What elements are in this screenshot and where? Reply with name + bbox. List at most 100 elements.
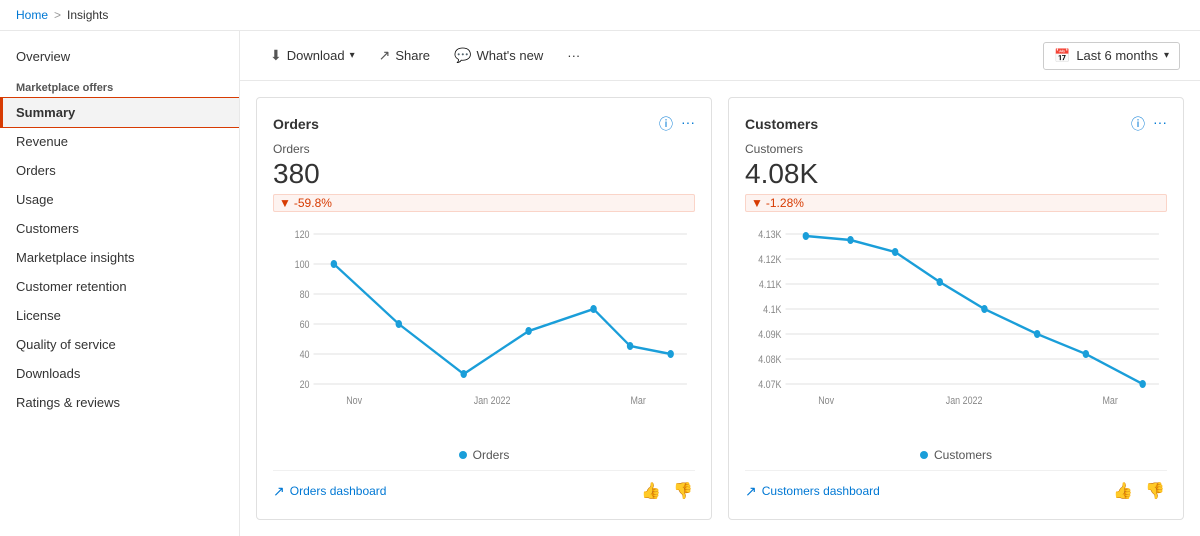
orders-metric-value: 380	[273, 158, 695, 190]
sidebar-item-quality-of-service[interactable]: Quality of service	[0, 330, 239, 359]
sidebar-item-overview[interactable]: Overview	[0, 43, 239, 70]
orders-info-icon[interactable]: ⓘ	[659, 114, 673, 134]
svg-text:4.13K: 4.13K	[758, 229, 782, 241]
breadcrumb-current: Insights	[67, 8, 108, 22]
svg-text:4.09K: 4.09K	[758, 329, 782, 341]
svg-text:20: 20	[300, 379, 310, 391]
customers-legend: Customers	[745, 448, 1167, 462]
orders-legend: Orders	[273, 448, 695, 462]
customers-card-header: Customers ⓘ ···	[745, 114, 1167, 134]
svg-text:100: 100	[295, 259, 310, 271]
customers-feedback: 👍 👎	[1111, 479, 1167, 503]
customers-thumbs-up-button[interactable]: 👍	[1111, 479, 1135, 503]
whats-new-label: What's new	[476, 48, 543, 63]
sidebar-item-customer-retention[interactable]: Customer retention	[0, 272, 239, 301]
svg-text:4.12K: 4.12K	[758, 254, 782, 266]
breadcrumb-separator: >	[54, 8, 61, 22]
sidebar-item-license[interactable]: License	[0, 301, 239, 330]
date-filter-chevron-icon: ▾	[1164, 50, 1169, 61]
svg-text:4.11K: 4.11K	[759, 279, 782, 291]
download-icon: ⬇	[270, 47, 282, 64]
svg-text:4.08K: 4.08K	[758, 354, 782, 366]
sidebar: Overview Marketplace offers Summary Reve…	[0, 31, 240, 536]
orders-legend-label: Orders	[473, 448, 510, 462]
svg-text:Jan 2022: Jan 2022	[474, 395, 511, 407]
customers-card-footer: ↗ Customers dashboard 👍 👎	[745, 470, 1167, 503]
svg-text:Mar: Mar	[1103, 395, 1119, 407]
calendar-icon: 📅	[1054, 48, 1070, 64]
customers-chart: 4.13K 4.12K 4.11K 4.1K 4.09K 4.08K 4.07K	[745, 224, 1167, 436]
share-icon: ↗	[379, 47, 391, 64]
customers-change-arrow-icon: ▼	[751, 196, 763, 210]
orders-metric-label: Orders	[273, 142, 695, 156]
orders-dashboard-icon: ↗	[273, 483, 285, 500]
svg-text:80: 80	[300, 289, 310, 301]
breadcrumb: Home > Insights	[0, 0, 1200, 31]
orders-card-footer: ↗ Orders dashboard 👍 👎	[273, 470, 695, 503]
orders-change-arrow-icon: ▼	[279, 196, 291, 210]
sidebar-item-usage[interactable]: Usage	[0, 185, 239, 214]
customers-metric-change: ▼ -1.28%	[745, 194, 1167, 212]
svg-text:4.07K: 4.07K	[758, 379, 782, 391]
orders-card-icons: ⓘ ···	[659, 114, 695, 134]
svg-text:120: 120	[295, 229, 310, 241]
sidebar-item-orders[interactable]: Orders	[0, 156, 239, 185]
cards-grid: Orders ⓘ ··· Orders 380 ▼ -59.8%	[240, 81, 1200, 536]
orders-dashboard-link[interactable]: ↗ Orders dashboard	[273, 483, 386, 500]
orders-legend-dot	[459, 451, 467, 459]
sidebar-item-downloads[interactable]: Downloads	[0, 359, 239, 388]
orders-dashboard-label: Orders dashboard	[290, 484, 387, 498]
whats-new-icon: 💬	[454, 47, 471, 64]
customers-dashboard-link[interactable]: ↗ Customers dashboard	[745, 483, 880, 500]
sidebar-item-ratings-reviews[interactable]: Ratings & reviews	[0, 388, 239, 417]
date-filter-label: Last 6 months	[1076, 48, 1158, 63]
sidebar-item-marketplace-insights[interactable]: Marketplace insights	[0, 243, 239, 272]
orders-card: Orders ⓘ ··· Orders 380 ▼ -59.8%	[256, 97, 712, 520]
toolbar: ⬇ Download ▾ ↗ Share 💬 What's new ···	[240, 31, 1200, 81]
download-button[interactable]: ⬇ Download ▾	[260, 41, 365, 70]
orders-change-value: -59.8%	[294, 196, 332, 210]
svg-text:60: 60	[300, 319, 310, 331]
customers-card-title: Customers	[745, 116, 818, 132]
orders-card-title: Orders	[273, 116, 319, 132]
customers-more-icon[interactable]: ···	[1153, 114, 1167, 134]
svg-text:4.1K: 4.1K	[763, 304, 782, 316]
sidebar-item-customers[interactable]: Customers	[0, 214, 239, 243]
whats-new-button[interactable]: 💬 What's new	[444, 41, 553, 70]
customers-metric-value: 4.08K	[745, 158, 1167, 190]
customers-change-value: -1.28%	[766, 196, 804, 210]
more-button[interactable]: ···	[557, 42, 590, 69]
customers-card-icons: ⓘ ···	[1131, 114, 1167, 134]
orders-feedback: 👍 👎	[639, 479, 695, 503]
orders-metric-change: ▼ -59.8%	[273, 194, 695, 212]
orders-more-icon[interactable]: ···	[681, 114, 695, 134]
sidebar-item-revenue[interactable]: Revenue	[0, 127, 239, 156]
content-area: ⬇ Download ▾ ↗ Share 💬 What's new ···	[240, 31, 1200, 536]
customers-thumbs-down-button[interactable]: 👎	[1143, 479, 1167, 503]
breadcrumb-home[interactable]: Home	[16, 8, 48, 22]
download-chevron-icon: ▾	[350, 50, 355, 61]
customers-legend-dot	[920, 451, 928, 459]
svg-text:Mar: Mar	[631, 395, 647, 407]
share-button[interactable]: ↗ Share	[369, 41, 440, 70]
svg-text:Jan 2022: Jan 2022	[946, 395, 983, 407]
download-label: Download	[287, 48, 345, 63]
orders-thumbs-up-button[interactable]: 👍	[639, 479, 663, 503]
customers-metric-label: Customers	[745, 142, 1167, 156]
customers-dashboard-label: Customers dashboard	[762, 484, 880, 498]
svg-text:Nov: Nov	[818, 395, 834, 407]
date-filter[interactable]: 📅 Last 6 months ▾	[1043, 42, 1180, 70]
customers-legend-label: Customers	[934, 448, 992, 462]
orders-thumbs-down-button[interactable]: 👎	[671, 479, 695, 503]
svg-text:40: 40	[300, 349, 310, 361]
orders-chart: 120 100 80 60 40 20	[273, 224, 695, 436]
customers-card: Customers ⓘ ··· Customers 4.08K ▼ -1.28%	[728, 97, 1184, 520]
svg-text:Nov: Nov	[346, 395, 362, 407]
customers-dashboard-icon: ↗	[745, 483, 757, 500]
more-icon: ···	[567, 48, 580, 63]
customers-info-icon[interactable]: ⓘ	[1131, 114, 1145, 134]
orders-card-header: Orders ⓘ ···	[273, 114, 695, 134]
share-label: Share	[395, 48, 430, 63]
sidebar-section-label: Marketplace offers	[0, 74, 239, 98]
sidebar-item-summary[interactable]: Summary	[0, 98, 239, 127]
